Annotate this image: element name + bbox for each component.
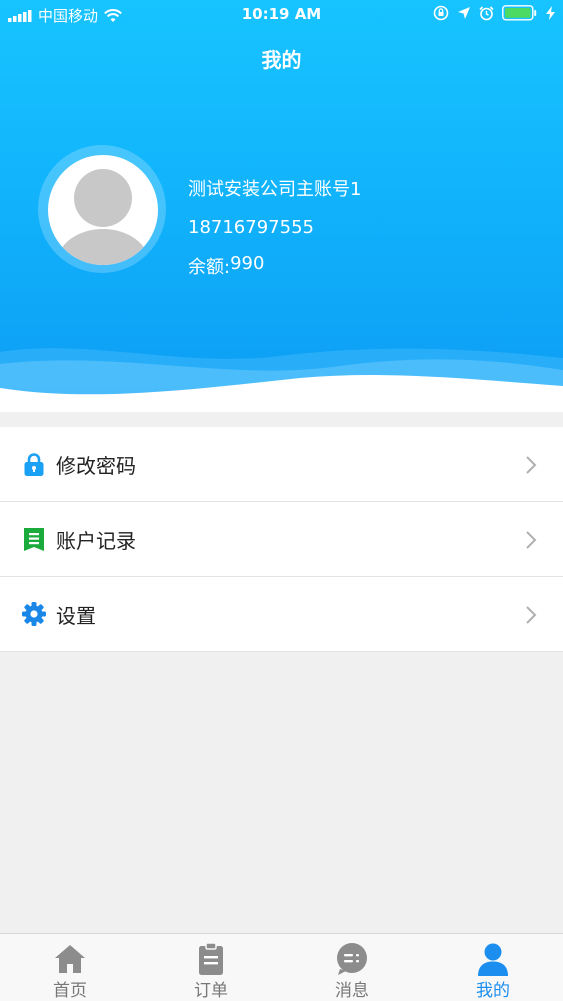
page-title: 我的 xyxy=(261,48,302,72)
record-book-icon xyxy=(24,528,44,551)
alarm-clock-icon xyxy=(479,5,494,20)
gear-icon xyxy=(22,602,46,626)
menu-item-settings[interactable]: 设置 xyxy=(0,577,563,652)
tab-label-messages: 消息 xyxy=(335,981,369,1001)
balance-label: 余额: xyxy=(188,257,231,278)
chevron-right-icon xyxy=(526,456,537,474)
user-balance: 余额: 990 xyxy=(188,253,264,279)
menu-item-change-password[interactable]: 修改密码 xyxy=(0,427,563,502)
settings-menu: 修改密码 账户记录 设置 xyxy=(0,427,563,652)
charging-bolt-icon xyxy=(546,6,555,20)
home-icon xyxy=(55,945,85,973)
lock-icon xyxy=(24,453,44,476)
menu-label-settings: 设置 xyxy=(56,603,96,628)
menu-item-account-records[interactable]: 账户记录 xyxy=(0,502,563,577)
person-icon xyxy=(478,943,508,976)
orientation-lock-icon xyxy=(433,5,449,21)
battery-icon xyxy=(502,5,537,21)
user-phone: 18716797555 xyxy=(188,217,314,238)
balance-value: 990 xyxy=(230,253,265,274)
avatar[interactable] xyxy=(48,155,158,265)
bottom-tab-bar: 首页 订单 消息 我的 xyxy=(0,933,563,1001)
status-bar: 中国移动 10:19 AM xyxy=(0,0,563,30)
tab-orders[interactable]: 订单 xyxy=(141,934,281,1001)
menu-label-change-password: 修改密码 xyxy=(56,453,136,478)
tab-label-mine: 我的 xyxy=(476,981,510,1001)
profile-header: 中国移动 10:19 AM 我的 测试安装公司主账号1 18716797555 … xyxy=(0,0,563,412)
tab-messages[interactable]: 消息 xyxy=(282,934,422,1001)
wave-decoration xyxy=(0,348,563,412)
chevron-right-icon xyxy=(526,606,537,624)
tab-home[interactable]: 首页 xyxy=(0,934,140,1001)
user-name: 测试安装公司主账号1 xyxy=(188,179,362,200)
location-arrow-icon xyxy=(458,7,470,19)
tab-label-home: 首页 xyxy=(53,981,87,1001)
default-avatar-icon xyxy=(57,169,149,265)
tab-label-orders: 订单 xyxy=(194,981,228,1001)
chevron-right-icon xyxy=(526,531,537,549)
menu-label-account-records: 账户记录 xyxy=(56,528,136,553)
tab-mine[interactable]: 我的 xyxy=(423,934,563,1001)
chat-bubble-icon xyxy=(337,943,367,975)
clipboard-icon xyxy=(199,942,223,975)
